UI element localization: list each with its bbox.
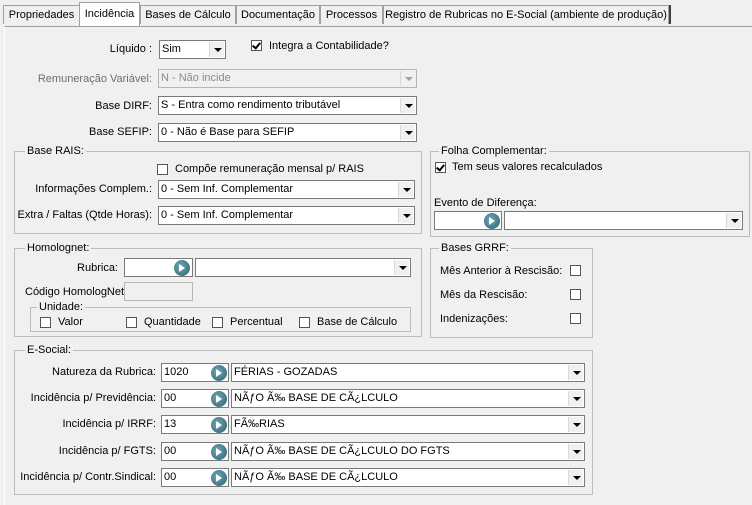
chevron-down-icon[interactable] xyxy=(568,365,583,380)
percentual-checkbox[interactable] xyxy=(212,317,223,328)
tab-registro-esocial[interactable]: Registro de Rubricas no E-Social (ambien… xyxy=(383,5,669,24)
codigo-homolognet-input xyxy=(124,282,193,301)
search-go-icon[interactable] xyxy=(484,213,500,229)
indenizacoes-checkbox[interactable] xyxy=(570,313,581,324)
irrf-desc: FÃ‰RIAS xyxy=(234,418,285,430)
evento-diferenca-label: Evento de Diferença: xyxy=(434,197,537,209)
extra-faltas-select[interactable]: 0 - Sem Inf. Complementar xyxy=(158,206,415,225)
esocial-title: E-Social: xyxy=(25,344,74,356)
previdencia-select[interactable]: NÃƒO Ã‰ BASE DE CÃ¿LCULO xyxy=(231,389,585,408)
remuneracao-variavel-label: Remuneração Variável: xyxy=(37,73,152,85)
liquido-value: Sim xyxy=(162,43,181,55)
chevron-down-icon[interactable] xyxy=(726,213,741,228)
search-go-icon[interactable] xyxy=(211,470,227,486)
valor-label: Valor xyxy=(58,316,83,328)
chevron-down-icon[interactable] xyxy=(568,417,583,432)
base-dirf-label: Base DIRF: xyxy=(95,100,152,112)
tab-propriedades[interactable]: Propriedades xyxy=(3,5,80,24)
search-go-icon[interactable] xyxy=(174,260,190,276)
tab-bar: Propriedades Incidência Bases de Cálculo… xyxy=(0,0,752,27)
recalculados-label: Tem seus valores recalculados xyxy=(452,161,603,173)
chevron-down-icon[interactable] xyxy=(398,208,413,223)
natureza-code: 1020 xyxy=(164,366,189,378)
remuneracao-variavel-value: N - Não incide xyxy=(161,72,231,84)
unidade-title: Unidade: xyxy=(37,301,86,313)
tab-processos[interactable]: Processos xyxy=(320,5,383,24)
incidencia-contr-sindical-label: Incidência p/ Contr.Sindical: xyxy=(20,471,156,483)
base-rais-title: Base RAIS: xyxy=(25,145,86,157)
rubrica-select[interactable] xyxy=(195,258,411,277)
previdencia-desc: NÃƒO Ã‰ BASE DE CÃ¿LCULO xyxy=(234,392,398,404)
chevron-down-icon[interactable] xyxy=(394,260,409,275)
base-calculo-checkbox[interactable] xyxy=(299,317,310,328)
chevron-down-icon[interactable] xyxy=(398,182,413,197)
percentual-label: Percentual xyxy=(230,316,283,328)
search-go-icon[interactable] xyxy=(211,444,227,460)
compoe-rais-label: Compõe remuneração mensal p/ RAIS xyxy=(175,163,364,175)
integra-contabilidade-checkbox[interactable] xyxy=(251,40,262,51)
previdencia-code: 00 xyxy=(164,392,177,404)
base-sefip-label: Base SEFIP: xyxy=(89,126,152,138)
chevron-down-icon[interactable] xyxy=(400,98,415,113)
integra-contabilidade-label: Integra a Contabilidade? xyxy=(269,40,389,52)
recalculados-checkbox[interactable] xyxy=(435,162,446,173)
natureza-desc: FÉRIAS - GOZADAS xyxy=(234,366,338,378)
info-complem-label: Informações Complem.: xyxy=(35,183,152,195)
extra-faltas-value: 0 - Sem Inf. Complementar xyxy=(161,209,294,221)
codigo-homolognet-label: Código HomologNet xyxy=(25,286,125,298)
liquido-select[interactable]: Sim xyxy=(159,40,226,59)
quantidade-label: Quantidade xyxy=(144,316,201,328)
base-calculo-label: Base de Cálculo xyxy=(317,316,398,328)
search-go-icon[interactable] xyxy=(211,417,227,433)
tab-edge xyxy=(669,5,671,24)
base-sefip-value: 0 - Não é Base para SEFIP xyxy=(161,126,295,138)
rubrica-label: Rubrica: xyxy=(77,262,118,274)
base-dirf-select[interactable]: S - Entra como rendimento tributável xyxy=(158,96,417,115)
homolognet-title: Homolognet: xyxy=(25,242,92,254)
indenizacoes-label: Indenizações: xyxy=(440,313,508,325)
irrf-code: 13 xyxy=(164,418,177,430)
search-go-icon[interactable] xyxy=(211,391,227,407)
folha-complementar-title: Folha Complementar: xyxy=(439,145,549,157)
search-go-icon[interactable] xyxy=(211,365,227,381)
mes-anterior-checkbox[interactable] xyxy=(570,265,581,276)
info-complem-value: 0 - Sem Inf. Complementar xyxy=(161,183,294,195)
contr-sindical-desc: NÃƒO Ã‰ BASE DE CÃ¿LCULO xyxy=(234,471,398,483)
mes-anterior-label: Mês Anterior à Rescisão: xyxy=(440,265,563,277)
evento-diferenca-select[interactable] xyxy=(504,211,743,230)
irrf-select[interactable]: FÃ‰RIAS xyxy=(231,415,585,434)
fgts-code: 00 xyxy=(164,445,177,457)
incidencia-previdencia-label: Incidência p/ Previdência: xyxy=(30,392,156,404)
info-complem-select[interactable]: 0 - Sem Inf. Complementar xyxy=(158,180,415,199)
natureza-select[interactable]: FÉRIAS - GOZADAS xyxy=(231,363,585,382)
liquido-label: Líquido : xyxy=(109,43,152,55)
base-dirf-value: S - Entra como rendimento tributável xyxy=(161,99,341,111)
incidencia-irrf-label: Incidência p/ IRRF: xyxy=(62,418,156,430)
quantidade-checkbox[interactable] xyxy=(126,317,137,328)
incidencia-fgts-label: Incidência p/ FGTS: xyxy=(58,445,156,457)
mes-rescisao-checkbox[interactable] xyxy=(570,289,581,300)
chevron-down-icon[interactable] xyxy=(568,391,583,406)
bases-grrf-title: Bases GRRF: xyxy=(439,242,511,254)
tab-incidencia[interactable]: Incidência xyxy=(79,2,140,26)
extra-faltas-label: Extra / Faltas (Qtde Horas): xyxy=(17,209,152,221)
mes-rescisao-label: Mês da Rescisão: xyxy=(440,289,528,301)
base-sefip-select[interactable]: 0 - Não é Base para SEFIP xyxy=(158,123,417,142)
contr-sindical-select[interactable]: NÃƒO Ã‰ BASE DE CÃ¿LCULO xyxy=(231,468,585,487)
compoe-rais-checkbox[interactable] xyxy=(157,164,168,175)
valor-checkbox[interactable] xyxy=(40,317,51,328)
fgts-select[interactable]: NÃƒO Ã‰ BASE DE CÃ¿LCULO DO FGTS xyxy=(231,442,585,461)
tab-bases-de-calculo[interactable]: Bases de Cálculo xyxy=(140,5,236,24)
natureza-rubrica-label: Natureza da Rubrica: xyxy=(52,366,156,378)
chevron-down-icon[interactable] xyxy=(209,42,224,57)
chevron-down-icon[interactable] xyxy=(400,125,415,140)
chevron-down-icon[interactable] xyxy=(568,470,583,485)
fgts-desc: NÃƒO Ã‰ BASE DE CÃ¿LCULO DO FGTS xyxy=(234,445,450,457)
remuneracao-variavel-select: N - Não incide xyxy=(158,69,417,88)
contr-sindical-code: 00 xyxy=(164,471,177,483)
tab-documentacao[interactable]: Documentação xyxy=(236,5,320,24)
chevron-down-icon xyxy=(400,71,415,86)
chevron-down-icon[interactable] xyxy=(568,444,583,459)
